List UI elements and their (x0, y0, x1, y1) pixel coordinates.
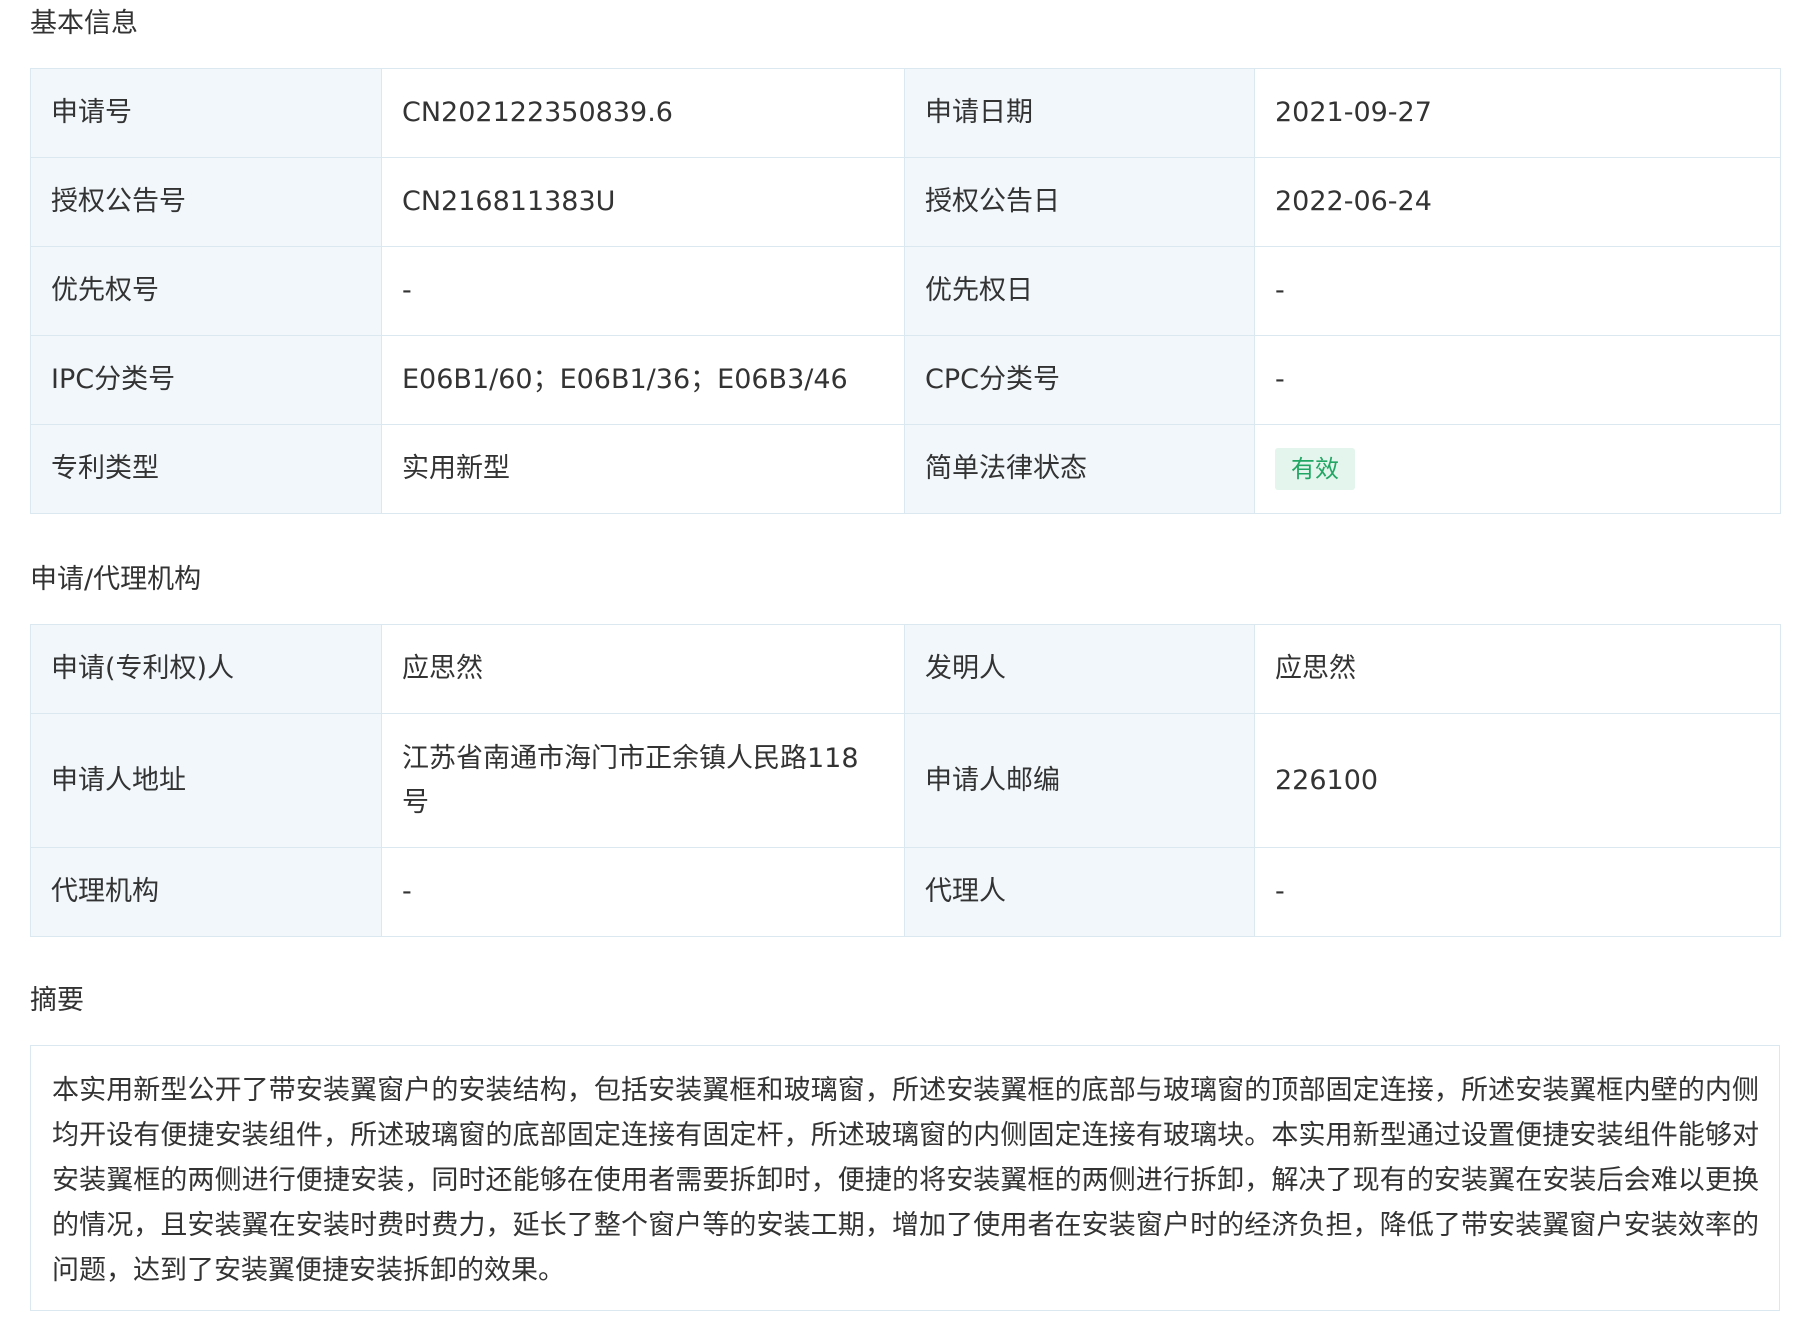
abstract-box: 本实用新型公开了带安装翼窗户的安装结构，包括安装翼框和玻璃窗，所述安装翼框的底部… (30, 1045, 1780, 1311)
legal-status-cell: 有效 (1254, 424, 1781, 514)
priority-number-value: - (381, 246, 905, 336)
ipc-label: IPC分类号 (30, 335, 382, 425)
grant-number-value: CN216811383U (381, 157, 905, 247)
inventor-label: 发明人 (904, 624, 1255, 714)
application-number-label: 申请号 (30, 68, 382, 158)
abstract-text: 本实用新型公开了带安装翼窗户的安装结构，包括安装翼框和玻璃窗，所述安装翼框的底部… (52, 1075, 1759, 1286)
legal-status-badge: 有效 (1275, 448, 1355, 490)
grant-date-label: 授权公告日 (904, 157, 1255, 247)
basic-info-title: 基本信息 (30, 8, 138, 39)
applicant-address-value: 江苏省南通市海门市正余镇人民路118号 (381, 713, 905, 848)
agency-info-title: 申请/代理机构 (30, 564, 202, 595)
table-row: 授权公告号 CN216811383U 授权公告日 2022-06-24 (30, 157, 1781, 247)
applicant-address-label: 申请人地址 (30, 713, 382, 848)
applicant-value: 应思然 (381, 624, 905, 714)
grant-number-label: 授权公告号 (30, 157, 382, 247)
priority-date-value: - (1254, 246, 1781, 336)
abstract-title: 摘要 (30, 985, 84, 1016)
agent-label: 代理人 (904, 847, 1255, 937)
table-row: 申请人地址 江苏省南通市海门市正余镇人民路118号 申请人邮编 226100 (30, 713, 1781, 848)
patent-type-value: 实用新型 (381, 424, 905, 514)
agency-info-table: 申请(专利权)人 应思然 发明人 应思然 申请人地址 江苏省南通市海门市正余镇人… (30, 624, 1781, 937)
inventor-value: 应思然 (1254, 624, 1781, 714)
table-row: 代理机构 - 代理人 - (30, 847, 1781, 937)
cpc-value: - (1254, 335, 1781, 425)
agency-value: - (381, 847, 905, 937)
patent-type-label: 专利类型 (30, 424, 382, 514)
cpc-label: CPC分类号 (904, 335, 1255, 425)
table-row: 申请号 CN202122350839.6 申请日期 2021-09-27 (30, 68, 1781, 158)
table-row: IPC分类号 E06B1/60；E06B1/36；E06B3/46 CPC分类号… (30, 335, 1781, 425)
application-number-value: CN202122350839.6 (381, 68, 905, 158)
legal-status-label: 简单法律状态 (904, 424, 1255, 514)
application-date-value: 2021-09-27 (1254, 68, 1781, 158)
application-date-label: 申请日期 (904, 68, 1255, 158)
grant-date-value: 2022-06-24 (1254, 157, 1781, 247)
applicant-label: 申请(专利权)人 (30, 624, 382, 714)
table-row: 专利类型 实用新型 简单法律状态 有效 (30, 424, 1781, 514)
agent-value: - (1254, 847, 1781, 937)
applicant-postcode-value: 226100 (1254, 713, 1781, 848)
priority-date-label: 优先权日 (904, 246, 1255, 336)
applicant-postcode-label: 申请人邮编 (904, 713, 1255, 848)
agency-label: 代理机构 (30, 847, 382, 937)
table-row: 申请(专利权)人 应思然 发明人 应思然 (30, 624, 1781, 714)
ipc-value: E06B1/60；E06B1/36；E06B3/46 (381, 335, 905, 425)
basic-info-table: 申请号 CN202122350839.6 申请日期 2021-09-27 授权公… (30, 68, 1781, 514)
table-row: 优先权号 - 优先权日 - (30, 246, 1781, 336)
priority-number-label: 优先权号 (30, 246, 382, 336)
